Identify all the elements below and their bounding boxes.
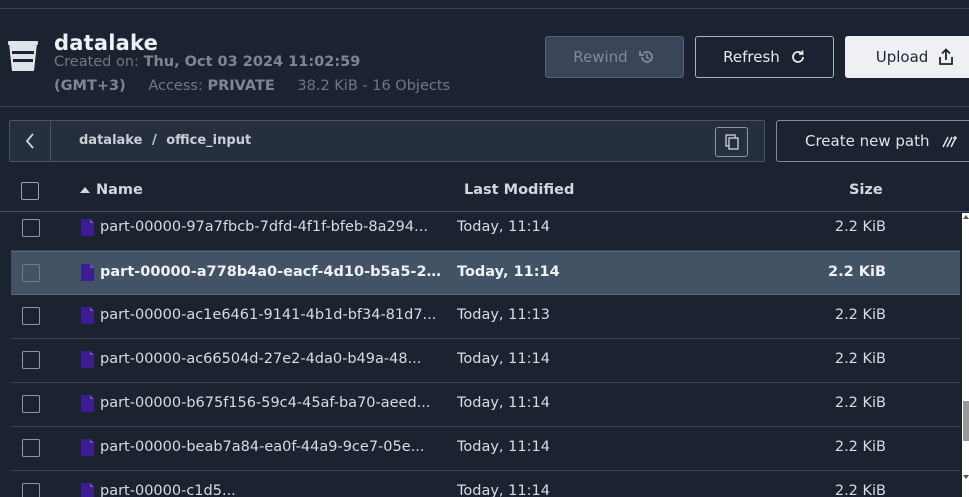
- file-size: 2.2 KiB: [834, 483, 886, 497]
- file-icon: [81, 307, 94, 324]
- row-checkbox[interactable]: [22, 439, 40, 457]
- table-row[interactable]: part-00000-beab7a84-ea0f-44a9-9ce7-05e..…: [11, 427, 960, 471]
- file-name[interactable]: part-00000-b675f156-59c4-45af-ba70-aeed.…: [100, 395, 450, 411]
- file-icon: [81, 264, 94, 281]
- bucket-stats: 38.2 KiB - 16 Objects: [297, 78, 451, 94]
- file-icon: [81, 395, 94, 412]
- file-modified: Today, 11:13: [457, 307, 550, 323]
- bucket-details: (GMT+3) Access: PRIVATE 38.2 KiB - 16 Ob…: [54, 78, 450, 94]
- path-bar: datalake / office_input: [9, 120, 765, 162]
- file-size: 2.2 KiB: [834, 307, 886, 323]
- sort-ascending-icon: [80, 187, 90, 193]
- access-label: Access:: [148, 78, 203, 94]
- breadcrumb: datalake / office_input: [79, 133, 251, 148]
- upload-label: Upload: [875, 48, 929, 66]
- scroll-up-arrow-icon[interactable]: [963, 215, 969, 219]
- file-name[interactable]: part-00000-ac66504d-27e2-4da0-b49a-48...: [100, 351, 450, 367]
- table-row[interactable]: part-00000-97a7fbcb-7dfd-4f1f-bfeb-8a294…: [11, 213, 960, 251]
- file-size: 2.2 KiB: [834, 219, 886, 235]
- copy-icon: [724, 134, 739, 150]
- table-row[interactable]: part-00000-c1d5... Today, 11:14 2.2 KiB: [11, 471, 960, 497]
- file-name[interactable]: part-00000-c1d5...: [100, 483, 450, 497]
- row-checkbox[interactable]: [22, 351, 40, 369]
- upload-icon: [939, 48, 954, 65]
- column-name-label: Name: [96, 182, 143, 198]
- refresh-label: Refresh: [723, 48, 780, 66]
- select-all-checkbox[interactable]: [21, 182, 39, 200]
- file-name[interactable]: part-00000-a778b4a0-eacf-4d10-b5a5-2a...: [100, 264, 450, 280]
- header-divider: [0, 106, 969, 107]
- file-size: 2.2 KiB: [834, 395, 886, 411]
- table-row[interactable]: part-00000-ac1e6461-9141-4b1d-bf34-81d7.…: [11, 295, 960, 339]
- breadcrumb-separator: /: [151, 133, 157, 148]
- created-value: Thu, Oct 03 2024 11:02:59: [143, 54, 361, 70]
- copy-path-button[interactable]: [715, 127, 748, 157]
- create-new-path-label: Create new path: [805, 132, 930, 150]
- refresh-button[interactable]: Refresh: [695, 36, 834, 78]
- row-checkbox[interactable]: [22, 219, 40, 237]
- file-icon: [81, 483, 94, 497]
- breadcrumb-current[interactable]: office_input: [166, 133, 251, 148]
- file-name[interactable]: part-00000-97a7fbcb-7dfd-4f1f-bfeb-8a294…: [100, 219, 450, 235]
- file-modified: Today, 11:14: [457, 351, 550, 367]
- bucket-icon: [8, 41, 38, 71]
- file-icon: [81, 439, 94, 456]
- bucket-created: Created on: Thu, Oct 03 2024 11:02:59: [54, 54, 360, 70]
- bucket-name: datalake: [54, 31, 159, 55]
- upload-button[interactable]: Upload: [845, 36, 969, 78]
- vertical-scrollbar[interactable]: [962, 213, 969, 497]
- rewind-label: Rewind: [573, 48, 628, 66]
- access-value: PRIVATE: [207, 78, 275, 94]
- row-checkbox[interactable]: [22, 307, 40, 325]
- scroll-thumb[interactable]: [963, 401, 969, 441]
- chevron-left-icon: [25, 133, 34, 149]
- create-new-path-button[interactable]: Create new path: [776, 120, 969, 162]
- file-modified: Today, 11:14: [457, 264, 560, 280]
- table-row[interactable]: part-00000-b675f156-59c4-45af-ba70-aeed.…: [11, 383, 960, 427]
- column-header-size[interactable]: Size: [849, 182, 883, 198]
- file-modified: Today, 11:14: [457, 483, 550, 497]
- file-icon: [81, 219, 94, 236]
- file-name[interactable]: part-00000-beab7a84-ea0f-44a9-9ce7-05e..…: [100, 439, 450, 455]
- file-modified: Today, 11:14: [457, 219, 550, 235]
- refresh-icon: [791, 50, 804, 63]
- file-size: 2.2 KiB: [834, 439, 886, 455]
- timezone: (GMT+3): [54, 78, 126, 94]
- rewind-button[interactable]: Rewind: [545, 36, 684, 78]
- file-modified: Today, 11:14: [457, 395, 550, 411]
- history-icon: [638, 51, 653, 63]
- row-checkbox[interactable]: [22, 483, 40, 497]
- row-checkbox[interactable]: [22, 264, 40, 282]
- new-path-icon: [942, 136, 958, 148]
- table-row[interactable]: part-00000-ac66504d-27e2-4da0-b49a-48...…: [11, 339, 960, 383]
- breadcrumb-root[interactable]: datalake: [79, 133, 142, 148]
- file-size: 2.2 KiB: [828, 264, 886, 280]
- file-icon: [81, 351, 94, 368]
- back-button[interactable]: [10, 121, 51, 161]
- file-list: part-00000-97a7fbcb-7dfd-4f1f-bfeb-8a294…: [0, 213, 960, 497]
- file-modified: Today, 11:14: [457, 439, 550, 455]
- column-header-modified[interactable]: Last Modified: [464, 182, 574, 198]
- scroll-down-arrow-icon[interactable]: [963, 475, 969, 479]
- created-label: Created on:: [54, 54, 139, 70]
- column-header-name[interactable]: Name: [80, 182, 143, 198]
- table-row[interactable]: part-00000-a778b4a0-eacf-4d10-b5a5-2a...…: [11, 251, 960, 295]
- file-size: 2.2 KiB: [834, 351, 886, 367]
- table-header: Name Last Modified Size: [0, 172, 969, 212]
- row-checkbox[interactable]: [22, 395, 40, 413]
- file-name[interactable]: part-00000-ac1e6461-9141-4b1d-bf34-81d7.…: [100, 307, 450, 323]
